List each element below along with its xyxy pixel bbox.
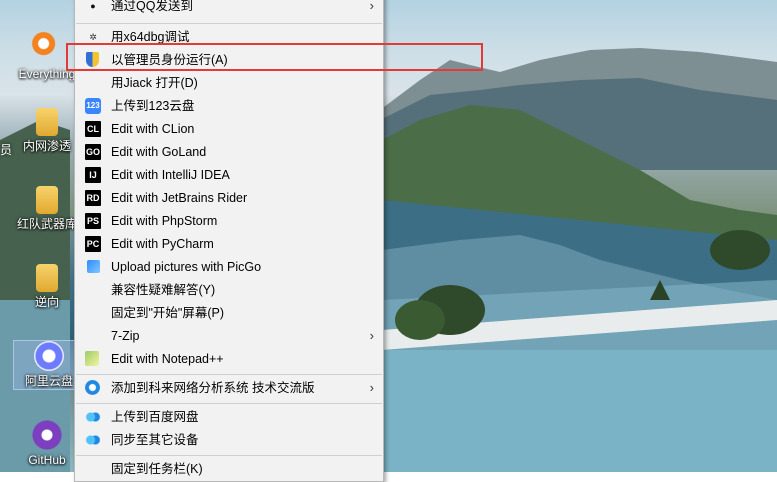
menu-item-edit-intellij[interactable]: IJ Edit with IntelliJ IDEA (76, 164, 382, 186)
menu-item-pin-to-start[interactable]: 固定到"开始"屏幕(P) (76, 302, 382, 324)
colasoft-icon (85, 380, 100, 395)
desktop-icon-folder[interactable]: 内网渗透 (12, 108, 82, 154)
rider-icon: RD (85, 190, 101, 206)
desktop-icon-github[interactable]: GitHub (12, 420, 82, 468)
picgo-icon (87, 260, 100, 273)
menu-item-troubleshoot-compat[interactable]: 兼容性疑难解答(Y) (76, 279, 382, 301)
phpstorm-icon: PS (85, 213, 101, 229)
pycharm-icon: PC (85, 236, 101, 252)
menu-item-edit-rider[interactable]: RD Edit with JetBrains Rider (76, 187, 382, 209)
menu-item-send-via-qq[interactable]: ● 通过QQ发送到 › (76, 0, 382, 17)
desktop-icon-label: GitHub (28, 453, 66, 467)
desktop-icon-folder[interactable]: 红队武器库 (12, 186, 82, 232)
submenu-arrow-icon: › (369, 328, 374, 343)
menu-item-upload-baidu-netdisk[interactable]: 上传到百度网盘 (76, 406, 382, 428)
baidu-sync-icon (85, 432, 101, 448)
menu-item-edit-clion[interactable]: CL Edit with CLion (76, 118, 382, 140)
folder-icon (36, 264, 58, 292)
menu-item-sync-devices[interactable]: 同步至其它设备 (76, 429, 382, 451)
menu-item-open-with-jiack[interactable]: 用Jiack 打开(D) (76, 72, 382, 94)
aliyun-drive-icon (34, 341, 64, 371)
highlight-annotation-box (66, 43, 483, 71)
menu-item-edit-pycharm[interactable]: PC Edit with PyCharm (76, 233, 382, 255)
menu-item-7zip[interactable]: 7-Zip › (76, 325, 382, 347)
menu-separator (76, 374, 382, 375)
baidu-netdisk-icon (85, 409, 101, 425)
clion-icon: CL (85, 121, 101, 137)
desktop-icon-label: 逆向 (34, 295, 59, 309)
goland-icon: GO (85, 144, 101, 160)
menu-separator (76, 23, 382, 24)
desktop-icon-label: 红队武器库 (16, 217, 77, 231)
desktop-icon-label: 内网渗透 (22, 139, 71, 153)
submenu-arrow-icon: › (369, 380, 374, 395)
folder-icon (36, 108, 58, 136)
desktop-icon-folder[interactable]: 逆向 (12, 264, 82, 310)
context-menu: ● 通过QQ发送到 › ✲ 用x64dbg调试 以管理员身份运行(A) 用Jia… (74, 0, 384, 482)
notepadpp-icon (85, 351, 99, 366)
123pan-icon: 123 (85, 98, 101, 114)
menu-item-edit-goland[interactable]: GO Edit with GoLand (76, 141, 382, 163)
menu-item-edit-notepadpp[interactable]: Edit with Notepad++ (76, 348, 382, 370)
menu-item-pin-to-taskbar[interactable]: 固定到任务栏(K) (76, 458, 382, 480)
github-icon (32, 420, 62, 450)
menu-item-add-to-colasoft[interactable]: 添加到科来网络分析系统 技术交流版 › (76, 377, 382, 399)
menu-separator (76, 455, 382, 456)
folder-icon (36, 186, 58, 214)
everything-icon (30, 30, 64, 64)
menu-separator (76, 403, 382, 404)
intellij-icon: IJ (85, 167, 101, 183)
menu-item-edit-phpstorm[interactable]: PS Edit with PhpStorm (76, 210, 382, 232)
menu-item-upload-123pan[interactable]: 123 上传到123云盘 (76, 95, 382, 117)
desktop-icon-label-fragment: 员 (0, 143, 13, 157)
menu-item-upload-picgo[interactable]: Upload pictures with PicGo (76, 256, 382, 278)
submenu-arrow-icon: › (369, 0, 374, 13)
qq-icon: ● (90, 1, 96, 11)
